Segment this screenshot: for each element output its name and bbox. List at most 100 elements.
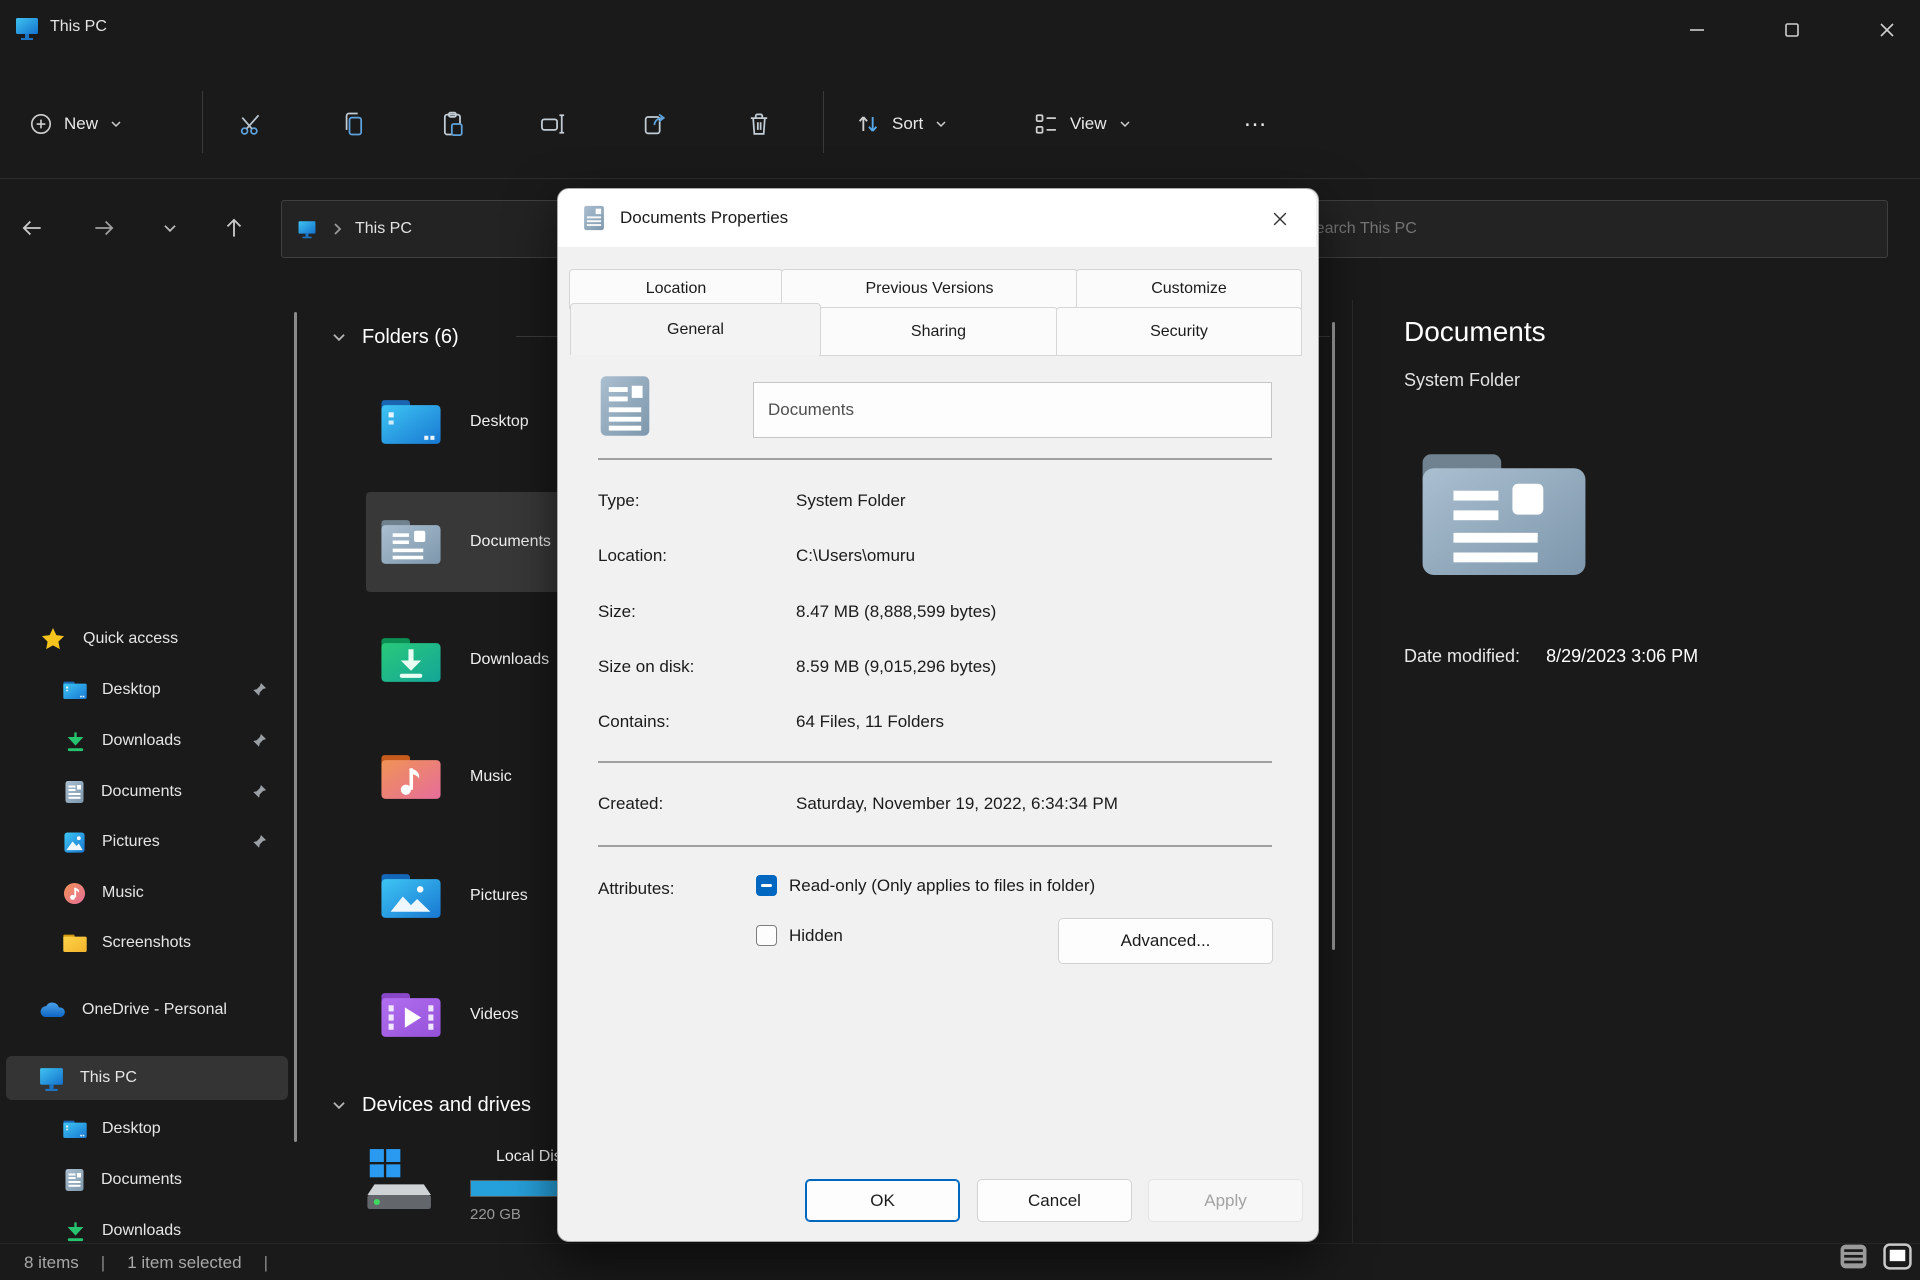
hidden-checkbox[interactable] xyxy=(756,925,777,946)
copy-button[interactable] xyxy=(328,99,378,149)
pin-icon xyxy=(252,682,267,697)
minimize-button[interactable] xyxy=(1674,12,1720,48)
readonly-checkbox[interactable] xyxy=(756,875,777,896)
property-label: Type: xyxy=(598,491,640,510)
devices-group-header[interactable]: Devices and drives xyxy=(330,1090,531,1120)
tab-sharing[interactable]: Sharing xyxy=(819,307,1058,356)
sidebar-item-desktop[interactable]: Desktop xyxy=(0,1107,290,1151)
hidden-attribute: Hidden xyxy=(756,925,843,946)
devices-group-label: Devices and drives xyxy=(362,1094,531,1117)
sidebar-item-label: Downloads xyxy=(102,732,181,750)
toolbar-divider xyxy=(202,91,203,153)
scissors-icon xyxy=(237,110,265,138)
view-button-label: View xyxy=(1070,114,1107,134)
sidebar-item-screenshots[interactable]: Screenshots xyxy=(0,921,290,965)
pictures-folder-icon xyxy=(378,870,444,923)
sidebar-scrollbar[interactable] xyxy=(294,312,297,1142)
file-explorer-window: This PC New xyxy=(0,0,1920,1280)
more-options-button[interactable]: … xyxy=(1231,99,1281,149)
tab-label: Sharing xyxy=(911,323,966,341)
videos-folder-icon xyxy=(378,989,444,1042)
maximize-button[interactable] xyxy=(1769,12,1815,48)
tab-security[interactable]: Security xyxy=(1056,307,1302,356)
property-label: Created: xyxy=(598,794,663,813)
sidebar-item-label: OneDrive - Personal xyxy=(82,1001,227,1019)
sidebar-item-downloads[interactable]: Downloads xyxy=(0,1209,290,1243)
documents-folder-preview-icon xyxy=(1414,443,1594,589)
up-button[interactable] xyxy=(212,206,256,250)
sidebar-item-pictures-qa[interactable]: Pictures xyxy=(0,820,290,864)
document-icon xyxy=(583,204,605,232)
recent-locations-button[interactable] xyxy=(148,206,192,250)
tab-customize[interactable]: Customize xyxy=(1076,269,1302,309)
paste-button[interactable] xyxy=(428,99,478,149)
new-button[interactable]: New xyxy=(18,99,134,149)
large-icons-view-icon xyxy=(1883,1243,1912,1270)
thumbnail-view-toggle[interactable] xyxy=(1880,1240,1914,1272)
property-value: System Folder xyxy=(796,491,906,511)
dialog-title: Documents Properties xyxy=(620,208,788,228)
apply-button[interactable]: Apply xyxy=(1148,1179,1303,1222)
chevron-down-icon xyxy=(330,1096,348,1114)
close-button[interactable] xyxy=(1864,12,1910,48)
cut-button[interactable] xyxy=(226,99,276,149)
file-list-scrollbar[interactable] xyxy=(1332,322,1335,950)
sidebar-item-onedrive[interactable]: OneDrive - Personal xyxy=(0,988,290,1032)
details-view-toggle[interactable] xyxy=(1836,1240,1870,1272)
plus-circle-icon xyxy=(28,111,54,137)
folders-group-header[interactable]: Folders (6) xyxy=(330,322,459,352)
view-button[interactable]: View xyxy=(1022,99,1143,149)
separator xyxy=(598,458,1272,460)
property-row-contains: Contains: 64 Files, 11 Folders xyxy=(598,712,1278,732)
hidden-label: Hidden xyxy=(789,926,843,946)
advanced-button[interactable]: Advanced... xyxy=(1058,918,1273,964)
status-divider: | xyxy=(264,1253,268,1273)
folder-name-input[interactable] xyxy=(754,383,1299,437)
status-divider: | xyxy=(101,1253,105,1273)
folder-tile-label: Desktop xyxy=(470,413,529,431)
copy-icon xyxy=(339,110,367,138)
sidebar-item-label: Music xyxy=(102,884,144,902)
sort-button[interactable]: Sort xyxy=(844,99,959,149)
property-value: Saturday, November 19, 2022, 6:34:34 PM xyxy=(796,794,1118,814)
property-value: 8.47 MB (8,888,599 bytes) xyxy=(796,602,996,622)
sidebar-item-documents[interactable]: Documents xyxy=(0,1158,290,1202)
sidebar-item-music-qa[interactable]: Music xyxy=(0,871,290,915)
sidebar-item-quick-access[interactable]: Quick access xyxy=(0,617,290,661)
search-input[interactable] xyxy=(1289,201,1919,257)
pictures-icon xyxy=(63,831,86,854)
tab-general[interactable]: General xyxy=(570,303,821,355)
forward-button[interactable] xyxy=(82,206,126,250)
readonly-attribute: Read-only (Only applies to files in fold… xyxy=(756,875,1095,896)
breadcrumb-chevron-icon xyxy=(331,222,343,236)
property-label: Contains: xyxy=(598,712,670,731)
share-icon xyxy=(641,110,669,138)
folder-page-icon xyxy=(598,372,652,440)
documents-icon xyxy=(64,780,85,804)
sidebar-item-documents-qa[interactable]: Documents xyxy=(0,770,290,814)
ok-button-label: OK xyxy=(870,1191,895,1211)
folder-tile-label: Documents xyxy=(470,533,551,551)
sidebar-item-this-pc[interactable]: This PC xyxy=(0,1056,290,1100)
sidebar-item-downloads-qa[interactable]: Downloads xyxy=(0,719,290,763)
sidebar-item-desktop-qa[interactable]: Desktop xyxy=(0,668,290,712)
share-button[interactable] xyxy=(630,99,680,149)
sidebar-item-label: Desktop xyxy=(102,1120,161,1138)
tab-previous-versions[interactable]: Previous Versions xyxy=(781,269,1078,309)
trash-icon xyxy=(745,110,773,138)
property-row-size-on-disk: Size on disk: 8.59 MB (9,015,296 bytes) xyxy=(598,657,1278,677)
downloads-icon xyxy=(64,1220,87,1243)
cancel-button[interactable]: Cancel xyxy=(977,1179,1132,1222)
sidebar-item-label: This PC xyxy=(80,1069,137,1087)
sort-arrows-icon xyxy=(854,110,882,138)
ok-button[interactable]: OK xyxy=(805,1179,960,1222)
rename-button[interactable] xyxy=(528,99,578,149)
dialog-close-button[interactable] xyxy=(1257,203,1303,235)
breadcrumb[interactable]: This PC xyxy=(355,220,412,238)
title-bar: This PC xyxy=(0,0,1920,58)
this-pc-icon xyxy=(38,1065,65,1092)
attributes-label: Attributes: xyxy=(598,879,675,899)
property-value: 8.59 MB (9,015,296 bytes) xyxy=(796,657,996,677)
delete-button[interactable] xyxy=(734,99,784,149)
back-button[interactable] xyxy=(10,206,54,250)
